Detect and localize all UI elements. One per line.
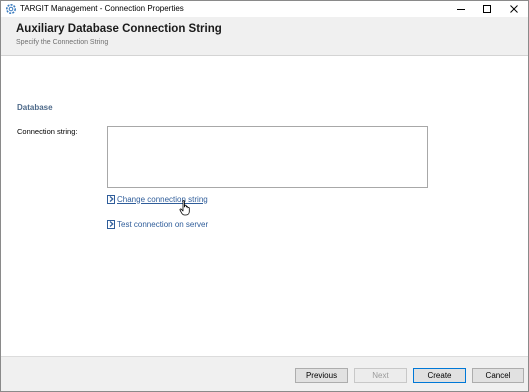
maximize-button[interactable] <box>473 1 501 17</box>
close-icon <box>510 5 518 13</box>
maximize-icon <box>483 5 491 13</box>
change-connection-string-link[interactable]: Change connection string <box>107 193 208 205</box>
connection-string-label: Connection string: <box>17 127 78 136</box>
change-connection-string-label: Change connection string <box>117 194 208 204</box>
section-heading-database: Database <box>17 103 53 112</box>
wizard-header: Auxiliary Database Connection String Spe… <box>1 17 528 56</box>
cancel-button[interactable]: Cancel <box>472 368 524 383</box>
window-title: TARGIT Management - Connection Propertie… <box>20 4 184 13</box>
wizard-footer: Previous Next Create Cancel <box>1 356 528 391</box>
test-connection-link[interactable]: Test connection on server <box>107 218 208 230</box>
title-bar[interactable]: TARGIT Management - Connection Propertie… <box>1 1 528 17</box>
wizard-content: Database Connection string: Change conne… <box>1 56 528 356</box>
chevron-right-icon <box>107 194 115 204</box>
minimize-button[interactable] <box>447 1 475 17</box>
gear-icon <box>6 4 16 14</box>
previous-button[interactable]: Previous <box>295 368 348 383</box>
minimize-icon <box>457 9 465 10</box>
close-button[interactable] <box>500 1 528 17</box>
next-button[interactable]: Next <box>354 368 407 383</box>
chevron-right-icon <box>107 219 115 229</box>
page-title: Auxiliary Database Connection String <box>16 23 222 35</box>
dialog-window: TARGIT Management - Connection Propertie… <box>0 0 529 392</box>
page-subtitle: Specify the Connection String <box>16 39 109 46</box>
create-button[interactable]: Create <box>413 368 466 383</box>
hand-cursor-icon <box>179 200 190 216</box>
connection-string-input[interactable] <box>107 126 428 188</box>
test-connection-label: Test connection on server <box>117 219 209 229</box>
